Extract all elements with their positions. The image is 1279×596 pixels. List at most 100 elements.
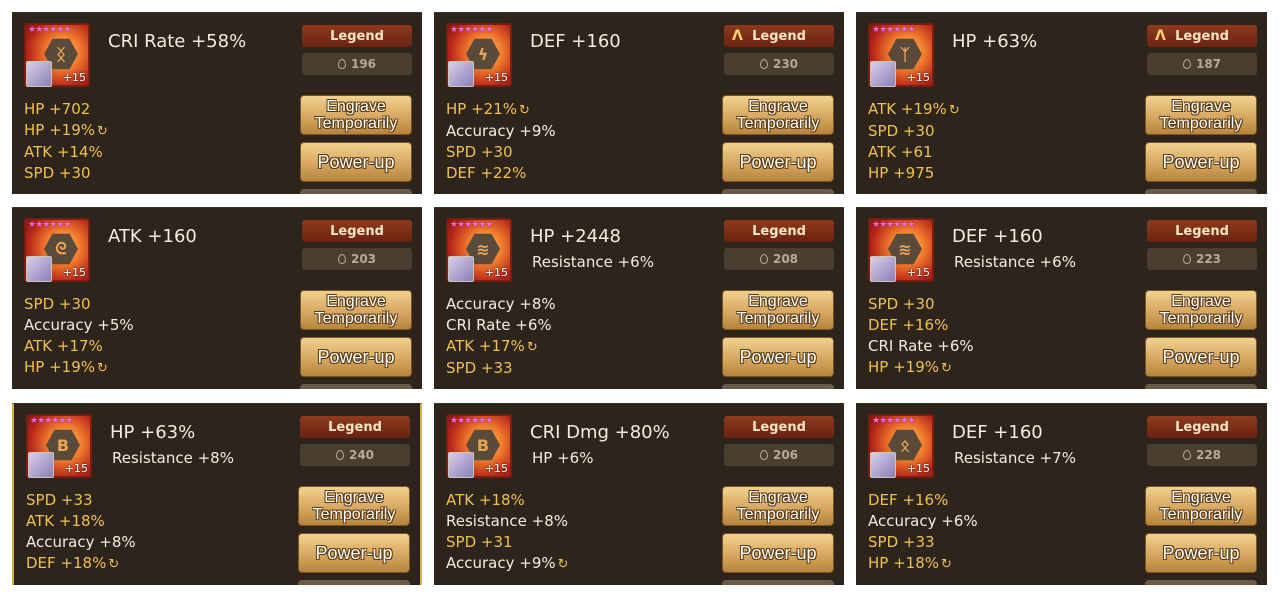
- engrave-temporarily-button[interactable]: Engrave Temporarily: [722, 486, 834, 526]
- main-stat: HP +2448: [530, 226, 622, 247]
- substat-value: +30: [58, 164, 91, 182]
- rune-icon[interactable]: ★★★★★★ ϟ +15: [446, 23, 512, 87]
- engrave-temporarily-button[interactable]: Engrave Temporarily: [722, 290, 834, 330]
- rune-level: +15: [484, 266, 508, 279]
- substat-name: SPD: [26, 491, 57, 509]
- substat-name: Resistance: [446, 512, 527, 530]
- substat-value: +33: [902, 533, 935, 551]
- engrave-temporarily-button[interactable]: Engrave Temporarily: [300, 95, 412, 135]
- rune-icon[interactable]: ★★★★★★ ᛉ +15: [868, 23, 934, 87]
- next-button-edge[interactable]: [1145, 580, 1257, 585]
- substat-name: Accuracy: [446, 295, 515, 313]
- rune-icon[interactable]: ★★★★★★ ᛟ +15: [868, 414, 934, 478]
- substat-value: +33: [60, 491, 93, 509]
- engrave-temporarily-button[interactable]: Engrave Temporarily: [300, 290, 412, 330]
- next-button-edge[interactable]: [722, 384, 834, 389]
- rune-level: +15: [906, 266, 930, 279]
- substat-name: SPD: [868, 122, 899, 140]
- substat-name: HP: [24, 121, 45, 139]
- substat-value: +9%: [519, 122, 556, 140]
- next-button-edge[interactable]: [298, 580, 410, 585]
- rune-set-icon: ϟ: [477, 44, 489, 64]
- next-button-edge[interactable]: [1145, 384, 1257, 389]
- mana-drop-icon: [1182, 450, 1191, 460]
- substat-name: SPD: [868, 295, 899, 313]
- power-up-label: Power-up: [739, 543, 817, 563]
- engrave-temporarily-button[interactable]: Engrave Temporarily: [1145, 290, 1257, 330]
- rune-icon[interactable]: ★★★★★★ B +15: [26, 414, 92, 478]
- substat-name: SPD: [24, 295, 55, 313]
- substat-value: +33: [480, 359, 513, 377]
- next-button-edge[interactable]: [300, 384, 412, 389]
- substat-row: CRI Rate +6%: [446, 315, 556, 336]
- engrave-label-1: Engrave: [326, 293, 386, 310]
- substat-row: HP +19% ↻: [24, 357, 134, 379]
- substat-row: ATK +61: [868, 142, 960, 163]
- rune-set-icon: ≋: [476, 239, 490, 259]
- power-up-button[interactable]: Power-up: [1145, 337, 1257, 377]
- engrave-temporarily-button[interactable]: Engrave Temporarily: [722, 95, 834, 135]
- next-button-edge[interactable]: [300, 189, 412, 194]
- regen-icon: ↻: [526, 340, 538, 355]
- power-up-button[interactable]: Power-up: [1145, 533, 1257, 573]
- monster-avatar: [448, 452, 474, 478]
- price-value: 208: [772, 252, 799, 266]
- rune-icon[interactable]: ★★★★★★ ≋ +15: [446, 218, 512, 282]
- substat-name: Accuracy: [446, 554, 515, 572]
- engrave-temporarily-button[interactable]: Engrave Temporarily: [1145, 486, 1257, 526]
- rune-panel: ★★★★★★ ᘓ +15 ATK +160 SPD +30 Accuracy +5% ATK…: [12, 207, 422, 389]
- substat-row: SPD +33: [446, 358, 556, 379]
- rune-set-icon: ᘓ: [55, 239, 67, 258]
- rune-icon[interactable]: ★★★★★★ ≋ +15: [868, 218, 934, 282]
- power-up-button[interactable]: Power-up: [722, 337, 834, 377]
- star-rating: ★★★★★★: [450, 220, 493, 230]
- substat-name: Accuracy: [26, 533, 95, 551]
- mana-drop-icon: [1182, 59, 1191, 69]
- substat-row: ATK +14%: [24, 142, 108, 163]
- engrave-label-2: Temporarily: [1159, 310, 1243, 327]
- rune-icon[interactable]: ★★★★★★ B +15: [446, 414, 512, 478]
- substat-value: +6%: [937, 337, 974, 355]
- substat-value: +19%: [900, 100, 947, 118]
- next-button-edge[interactable]: [722, 580, 834, 585]
- grade-badge: Legend: [1147, 220, 1257, 242]
- substat-list: ATK +19% ↻ SPD +30 ATK +61 HP +975: [868, 99, 960, 184]
- power-up-button[interactable]: Power-up: [300, 142, 412, 182]
- substat-name: CRI Rate: [446, 316, 511, 334]
- power-up-label: Power-up: [1162, 543, 1240, 563]
- substat-value: +30: [58, 295, 91, 313]
- next-button-edge[interactable]: [722, 189, 834, 194]
- power-up-button[interactable]: Power-up: [1145, 142, 1257, 182]
- rune-level: +15: [906, 71, 930, 84]
- engrave-label-2: Temporarily: [736, 115, 820, 132]
- sell-price: 230: [724, 53, 834, 75]
- monster-avatar: [26, 61, 52, 87]
- rune-panel: ★★★★★★ ϟ +15 DEF +160 HP +21% ↻ Accuracy +9% SP…: [434, 12, 844, 194]
- power-up-button[interactable]: Power-up: [298, 533, 410, 573]
- next-button-edge[interactable]: [1145, 189, 1257, 194]
- rune-icon[interactable]: ★★★★★★ ᘓ +15: [24, 218, 90, 282]
- rune-icon[interactable]: ★★★★★★ ᛝ +15: [24, 23, 90, 87]
- main-stat: CRI Dmg +80%: [530, 422, 670, 443]
- sell-price: 228: [1147, 444, 1257, 466]
- grade-label: Legend: [330, 223, 384, 239]
- engrave-temporarily-button[interactable]: Engrave Temporarily: [298, 486, 410, 526]
- innate-stat: HP +6%: [532, 449, 594, 467]
- substat-name: Accuracy: [24, 316, 93, 334]
- substat-value: +8%: [519, 295, 556, 313]
- power-up-button[interactable]: Power-up: [722, 533, 834, 573]
- power-up-button[interactable]: Power-up: [300, 337, 412, 377]
- star-rating: ★★★★★★: [872, 416, 915, 426]
- monster-avatar: [28, 452, 54, 478]
- monster-avatar: [26, 256, 52, 282]
- rune-panel: ★★★★★★ ≋ +15 HP +2448 Resistance +6% Accuracy…: [434, 207, 844, 389]
- price-value: 240: [348, 448, 375, 462]
- power-up-button[interactable]: Power-up: [722, 142, 834, 182]
- main-stat: HP +63%: [110, 422, 196, 443]
- grade-label: Legend: [1175, 223, 1229, 239]
- sell-price: 187: [1147, 53, 1257, 75]
- ancient-icon: Λ: [1155, 28, 1166, 44]
- substat-name: ATK: [446, 491, 475, 509]
- engrave-temporarily-button[interactable]: Engrave Temporarily: [1145, 95, 1257, 135]
- sell-price: 196: [302, 53, 412, 75]
